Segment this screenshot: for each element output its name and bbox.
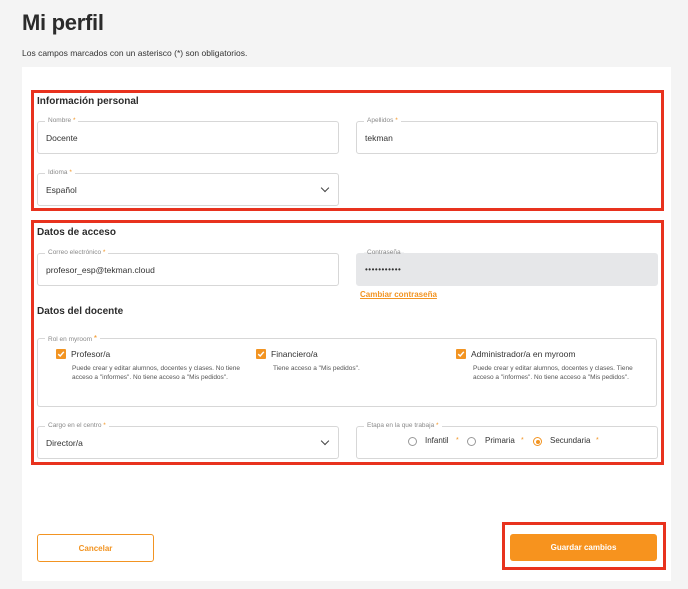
etapa-primaria-required: * (521, 437, 524, 444)
save-button[interactable]: Guardar cambios (510, 534, 657, 561)
idioma-label: Idioma (48, 169, 68, 176)
role-profesor-label: Profesor/a (71, 349, 111, 359)
page-title: Mi perfil (22, 10, 104, 35)
idioma-value: Español (46, 185, 77, 195)
role-financiero-checkbox[interactable] (256, 349, 266, 359)
check-icon (257, 351, 265, 358)
idioma-select[interactable]: Idioma * Español (37, 169, 339, 206)
cargo-select[interactable]: Cargo en el centro * Director/a (37, 422, 339, 459)
apellidos-label: Apellidos (367, 117, 394, 124)
personal-section-title: Información personal (37, 96, 139, 107)
nombre-label: Nombre (48, 117, 72, 124)
check-icon (457, 351, 465, 358)
cargo-value: Director/a (46, 438, 83, 448)
etapa-infantil-required: * (456, 437, 459, 444)
etapa-secundaria-required: * (596, 437, 599, 444)
etapa-secundaria-radio[interactable] (533, 437, 542, 446)
email-field[interactable]: Correo electrónico * profesor_esp@tekman… (37, 249, 339, 286)
required-note: Los campos marcados con un asterisco (*)… (22, 48, 248, 58)
password-label: Contraseña (364, 249, 404, 256)
roles-label: Rol en myroom (48, 336, 93, 343)
nombre-field[interactable]: Nombre * Docente (37, 117, 339, 154)
role-financiero-label: Financiero/a (271, 349, 318, 359)
etapa-infantil-label: Infantil (425, 436, 449, 445)
password-field: Contraseña ••••••••••• (356, 249, 658, 286)
email-label: Correo electrónico (48, 249, 102, 256)
password-value: ••••••••••• (365, 265, 402, 274)
etapa-infantil-radio[interactable] (408, 437, 417, 446)
role-financiero-description: Tiene acceso a "Mis pedidos". (273, 365, 360, 372)
chevron-down-icon (320, 436, 330, 446)
role-admin-checkbox[interactable] (456, 349, 466, 359)
role-profesor-checkbox[interactable] (56, 349, 66, 359)
etapa-label: Etapa en la que trabaja (367, 422, 435, 429)
chevron-down-icon (320, 183, 330, 193)
apellidos-value: tekman (365, 133, 393, 143)
nombre-value: Docente (46, 133, 78, 143)
cancel-button[interactable]: Cancelar (37, 534, 154, 562)
teacher-section-title: Datos del docente (37, 306, 124, 317)
etapa-primaria-label: Primaria (485, 436, 515, 445)
email-value: profesor_esp@tekman.cloud (46, 265, 155, 275)
etapa-primaria-radio[interactable] (467, 437, 476, 446)
role-admin-label: Administrador/a en myroom (471, 349, 576, 359)
role-admin-description: Puede crear y editar alumnos, docentes y… (473, 365, 633, 381)
access-section-title: Datos de acceso (37, 227, 116, 238)
change-password-link[interactable]: Cambiar contraseña (360, 290, 437, 299)
cargo-label: Cargo en el centro (48, 422, 102, 429)
etapa-secundaria-label: Secundaria (550, 436, 591, 445)
apellidos-field[interactable]: Apellidos * tekman (356, 117, 658, 154)
check-icon (57, 351, 65, 358)
role-profesor-description: Puede crear y editar alumnos, docentes y… (72, 365, 241, 381)
